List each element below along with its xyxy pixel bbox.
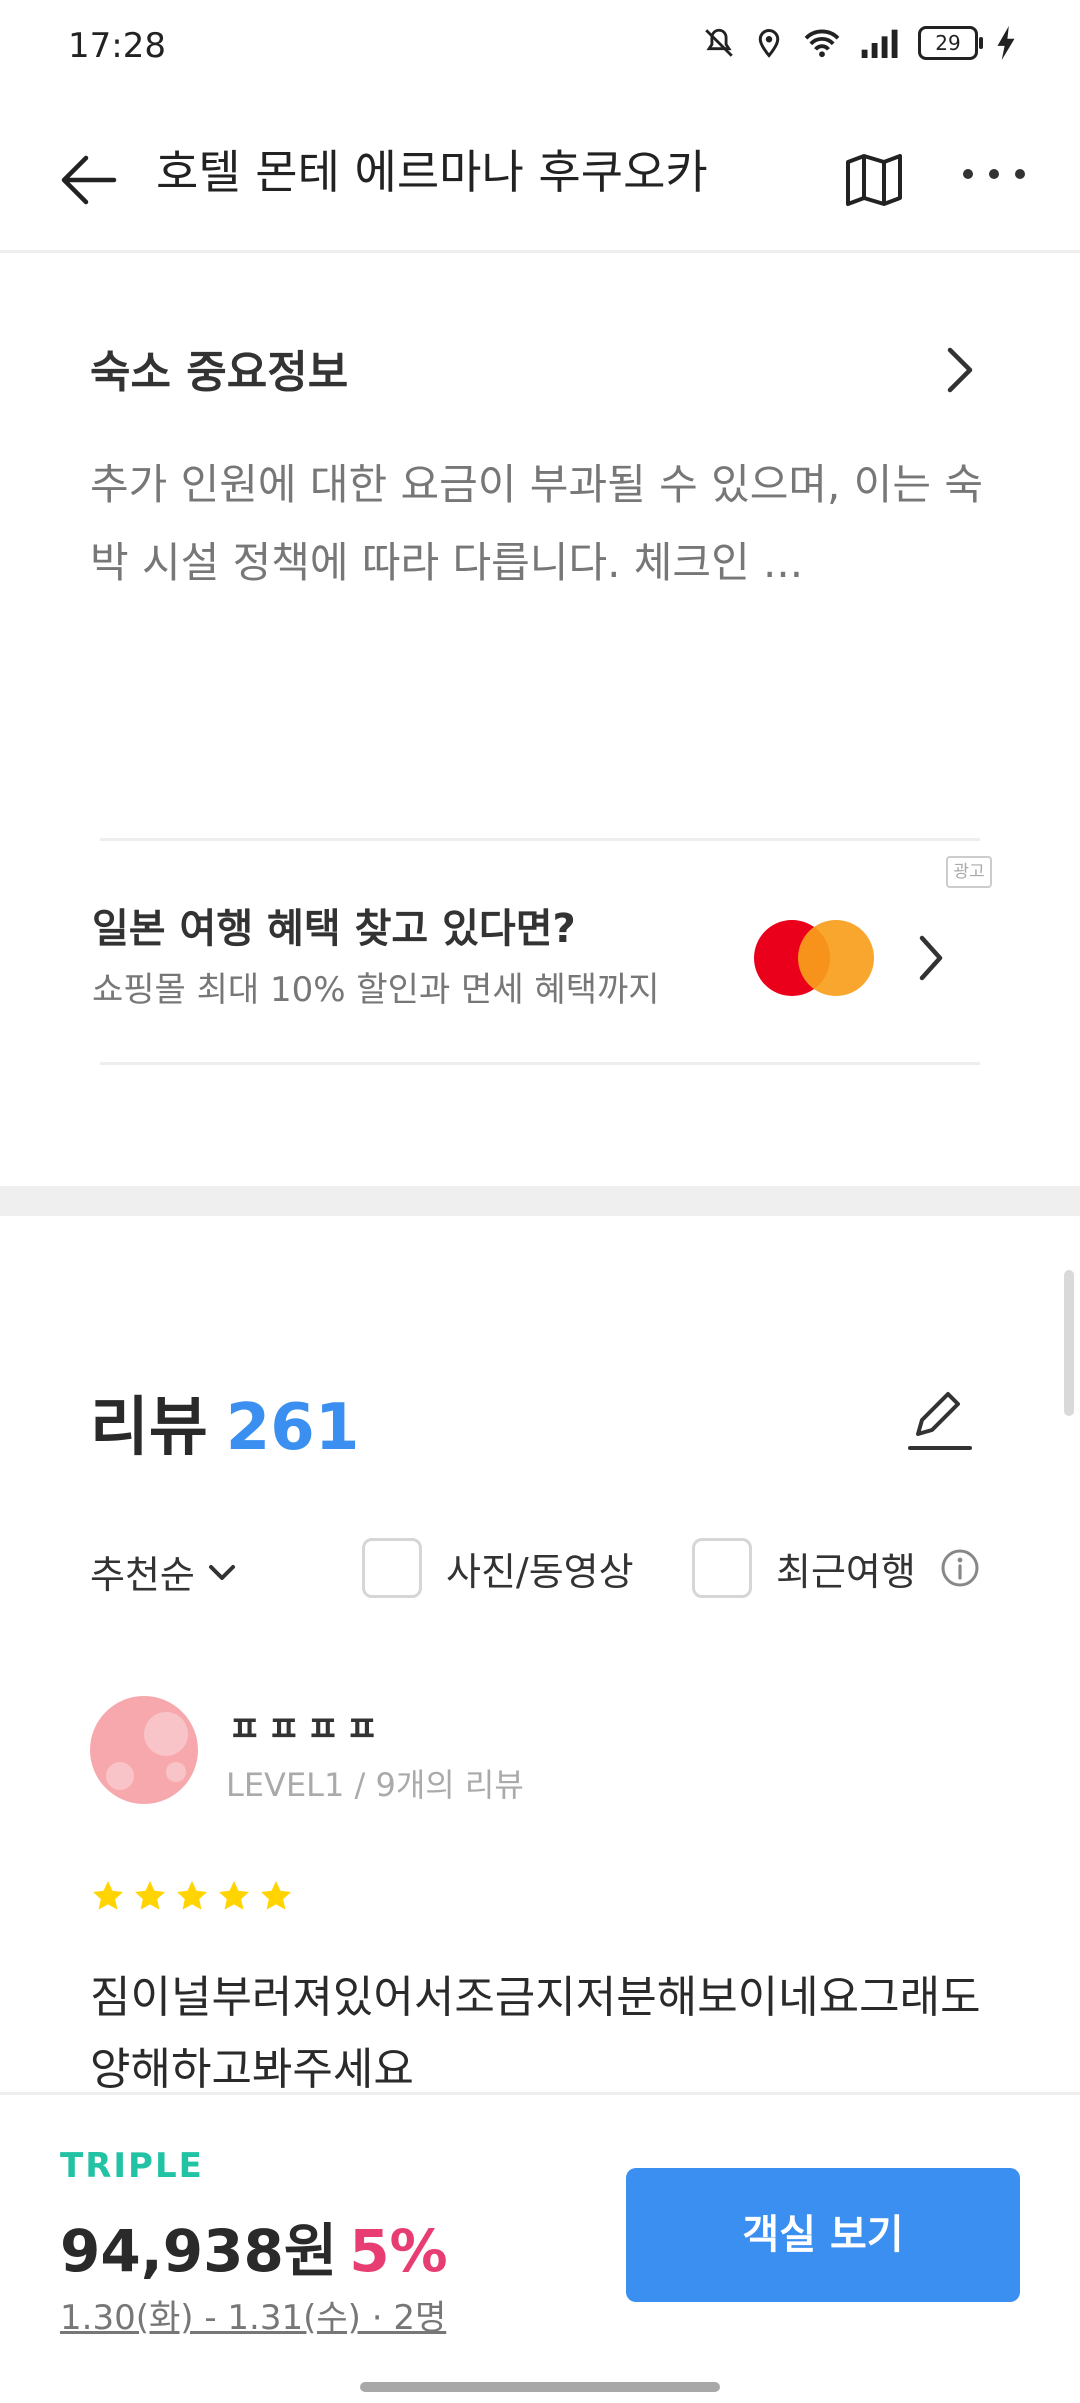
mute-icon: [705, 28, 733, 57]
ad-chevron-icon[interactable]: [914, 930, 950, 986]
stay-dates[interactable]: 1.30(화) - 1.31(수) · 2명: [60, 2290, 446, 2339]
section-divider: [0, 1186, 1080, 1216]
status-icons: 29: [702, 26, 1016, 60]
star-icon: [177, 1881, 207, 1910]
notice-title[interactable]: 숙소 중요정보: [90, 336, 348, 400]
ad-divider-bottom: [100, 1062, 980, 1065]
star-icon: [135, 1881, 165, 1910]
card-logo-orange-circle: [798, 920, 874, 996]
sort-dropdown[interactable]: 추천순: [90, 1544, 239, 1599]
map-icon: [846, 154, 902, 206]
location-icon: [758, 28, 780, 58]
price: 94,938원 5%: [60, 2204, 448, 2288]
ad-subtitle[interactable]: 쇼핑몰 최대 10% 할인과 면세 혜택까지: [92, 962, 660, 1011]
chevron-down-icon: [208, 1564, 235, 1580]
star-icon: [261, 1881, 291, 1910]
info-icon[interactable]: [940, 1548, 980, 1588]
reviews-heading: 리뷰 261: [90, 1376, 359, 1468]
filter-photo-video[interactable]: 사진/동영상: [362, 1538, 634, 1598]
star-icon: [93, 1881, 123, 1910]
price-value: 94,938원: [60, 2217, 338, 2285]
home-indicator[interactable]: [360, 2382, 720, 2392]
sort-label: 추천순: [90, 1553, 195, 1597]
recent-trip-label: 최근여행: [776, 1549, 916, 1594]
notice-body: 추가 인원에 대한 요금이 부과될 수 있으며, 이는 숙박 시설 정책에 따라…: [90, 460, 983, 587]
reviewer-meta: LEVEL1 / 9개의 리뷰: [226, 1766, 524, 1804]
reviewer-name[interactable]: ㅍㅍㅍㅍ: [228, 1700, 384, 1752]
more-options-button[interactable]: [954, 140, 1034, 220]
star-icon: [219, 1881, 249, 1910]
notice-chevron-icon[interactable]: [940, 340, 980, 400]
back-arrow-icon: [61, 155, 117, 205]
discount-badge: 5%: [349, 2217, 448, 2285]
charging-icon: [997, 26, 1015, 60]
ad-badge: 광고: [946, 856, 992, 888]
avatar[interactable]: [90, 1696, 198, 1804]
brand-label: TRIPLE: [60, 2146, 204, 2186]
battery-indicator: 29: [918, 26, 983, 60]
recent-trip-checkbox[interactable]: [692, 1538, 752, 1598]
view-rooms-button[interactable]: 객실 보기: [626, 2168, 1020, 2302]
reviews-count: 261: [225, 1391, 360, 1465]
review-text: 짐이널부러져있어서조금지저분해보이네요그래도양해하고봐주세요: [90, 1972, 981, 2095]
ad-title[interactable]: 일본 여행 혜택 찾고 있다면?: [92, 896, 576, 954]
reviews-title: 리뷰: [90, 1391, 208, 1465]
rating-stars: [90, 1878, 294, 1914]
status-time: 17:28: [68, 26, 166, 66]
wifi-icon: [804, 29, 840, 58]
write-review-button[interactable]: [900, 1380, 980, 1460]
signal-icon: [861, 29, 898, 58]
scrollbar-thumb[interactable]: [1064, 1270, 1074, 1416]
back-button[interactable]: [52, 140, 132, 220]
page-title: 호텔 몬테 에르마나 후쿠오카: [156, 145, 708, 199]
map-button[interactable]: [834, 140, 914, 220]
more-icon: [963, 169, 1025, 179]
filter-recent-trip[interactable]: 최근여행: [692, 1538, 980, 1598]
photo-video-checkbox[interactable]: [362, 1538, 422, 1598]
ad-divider-top: [100, 838, 980, 841]
pencil-icon: [908, 1392, 972, 1450]
photo-video-label: 사진/동영상: [446, 1549, 634, 1594]
